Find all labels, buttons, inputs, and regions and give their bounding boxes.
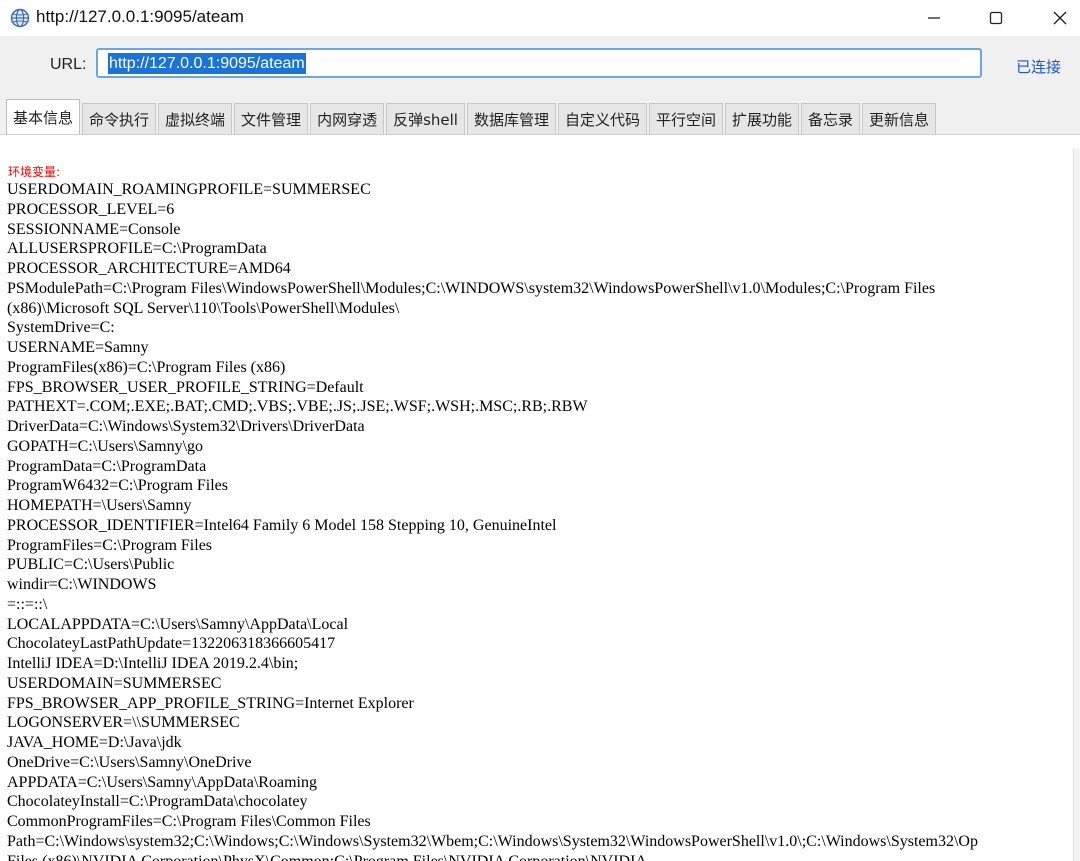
env-vars-heading: 环境变量: [8, 165, 61, 179]
env-var-line: PROCESSOR_ARCHITECTURE=AMD64 [7, 260, 291, 277]
env-var-line: PROCESSOR_IDENTIFIER=Intel64 Family 6 Mo… [7, 516, 557, 534]
env-var-line: FPS_BROWSER_USER_PROFILE_STRING=Default [7, 378, 364, 396]
tab-custom-code[interactable]: 自定义代码 [557, 103, 647, 134]
tab-extensions[interactable]: 扩展功能 [725, 103, 800, 134]
minimize-button[interactable] [904, 0, 964, 36]
env-var-line: PUBLIC=C:\Users\Public [7, 556, 175, 574]
url-input-value[interactable]: http://127.0.0.1:9095/ateam [108, 52, 306, 74]
env-var-line: Files (x86)\NVIDIA Corporation\PhysX\Com… [7, 852, 647, 861]
tab-memo[interactable]: 备忘录 [801, 103, 861, 134]
vertical-scrollbar[interactable] [1073, 149, 1080, 861]
tab-virtual-terminal[interactable]: 虚拟终端 [158, 103, 233, 134]
url-input[interactable]: http://127.0.0.1:9095/ateam [96, 48, 982, 78]
env-var-line: GOPATH=C:\Users\Samny\go [7, 437, 204, 455]
tab-basic-info[interactable]: 基本信息 [6, 99, 81, 134]
env-var-line: CommonProgramFiles=C:\Program Files\Comm… [7, 813, 371, 830]
env-var-line: PROCESSOR_LEVEL=6 [7, 200, 175, 218]
url-toolbar: URL: http://127.0.0.1:9095/ateam 已连接 [0, 36, 1080, 94]
tab-bar: 基本信息 命令执行 虚拟终端 文件管理 内网穿透 反弹shell 数据库管理 自… [6, 99, 938, 134]
env-var-line: ProgramData=C:\ProgramData [7, 457, 207, 475]
env-var-line: APPDATA=C:\Users\Samny\AppData\Roaming [7, 773, 317, 791]
env-var-line: JAVA_HOME=D:\Java\jdk [7, 734, 182, 751]
env-var-line: ProgramW6432=C:\Program Files [7, 477, 229, 495]
env-var-line: ChocolateyInstall=C:\ProgramData\chocola… [7, 793, 308, 811]
env-var-line: ProgramFiles=C:\Program Files [7, 536, 213, 554]
window-title: http://127.0.0.1:9095/ateam [36, 7, 244, 26]
maximize-button[interactable] [966, 0, 1026, 36]
minimize-icon [928, 17, 940, 19]
env-var-line: USERDOMAIN_ROAMINGPROFILE=SUMMERSEC [7, 181, 371, 198]
env-var-line: OneDrive=C:\Users\Samny\OneDrive [7, 753, 252, 771]
globe-app-icon [10, 8, 30, 28]
env-var-line: PSModulePath=C:\Program Files\WindowsPow… [7, 279, 936, 297]
url-label: URL: [50, 56, 87, 73]
env-var-line: ChocolateyLastPathUpdate=132206318366605… [7, 635, 336, 653]
close-icon [1053, 11, 1067, 25]
tab-command-exec[interactable]: 命令执行 [82, 103, 157, 134]
env-var-line: FPS_BROWSER_APP_PROFILE_STRING=Internet … [7, 694, 414, 712]
env-var-line: IntelliJ IDEA=D:\IntelliJ IDEA 2019.2.4\… [7, 655, 299, 672]
tab-update-info[interactable]: 更新信息 [862, 103, 937, 134]
env-var-line: ALLUSERSPROFILE=C:\ProgramData [7, 240, 267, 258]
env-var-line: PATHEXT=.COM;.EXE;.BAT;.CMD;.VBS;.VBE;.J… [7, 398, 588, 416]
env-var-line: ProgramFiles(x86)=C:\Program Files (x86) [7, 358, 286, 376]
app-window: http://127.0.0.1:9095/ateam URL: http://… [0, 0, 1080, 861]
tab-database-manager[interactable]: 数据库管理 [466, 103, 556, 134]
tab-reverse-shell[interactable]: 反弹shell [386, 103, 465, 134]
env-var-line: DriverData=C:\Windows\System32\Drivers\D… [7, 418, 365, 435]
connection-status[interactable]: 已连接 [1016, 56, 1061, 77]
info-panel[interactable]: 环境变量: USERDOMAIN_ROAMINGPROFILE=SUMMERSE… [0, 134, 1080, 861]
title-bar[interactable]: http://127.0.0.1:9095/ateam [0, 0, 1080, 36]
env-var-line: (x86)\Microsoft SQL Server\110\Tools\Pow… [7, 299, 400, 317]
tab-intranet-tunnel[interactable]: 内网穿透 [310, 103, 385, 134]
env-var-line: Path=C:\Windows\system32;C:\Windows;C:\W… [7, 832, 978, 850]
env-var-line: USERNAME=Samny [7, 339, 149, 356]
tab-file-manager[interactable]: 文件管理 [234, 103, 309, 134]
close-button[interactable] [1030, 0, 1080, 36]
env-var-line: LOCALAPPDATA=C:\Users\Samny\AppData\Loca… [7, 615, 349, 633]
env-var-line: HOMEPATH=\Users\Samny [7, 497, 192, 514]
tab-parallel-space[interactable]: 平行空间 [649, 103, 724, 134]
maximize-icon [989, 11, 1003, 25]
env-var-line: USERDOMAIN=SUMMERSEC [7, 674, 222, 692]
env-var-line: SESSIONNAME=Console [7, 220, 181, 238]
env-var-line: windir=C:\WINDOWS [7, 576, 157, 593]
env-var-line: LOGONSERVER=\\SUMMERSEC [7, 714, 240, 732]
env-var-line: =::=::\ [7, 595, 48, 613]
env-vars-list: USERDOMAIN_ROAMINGPROFILE=SUMMERSEC PROCE… [7, 180, 1072, 861]
env-var-line: SystemDrive=C: [7, 319, 115, 337]
